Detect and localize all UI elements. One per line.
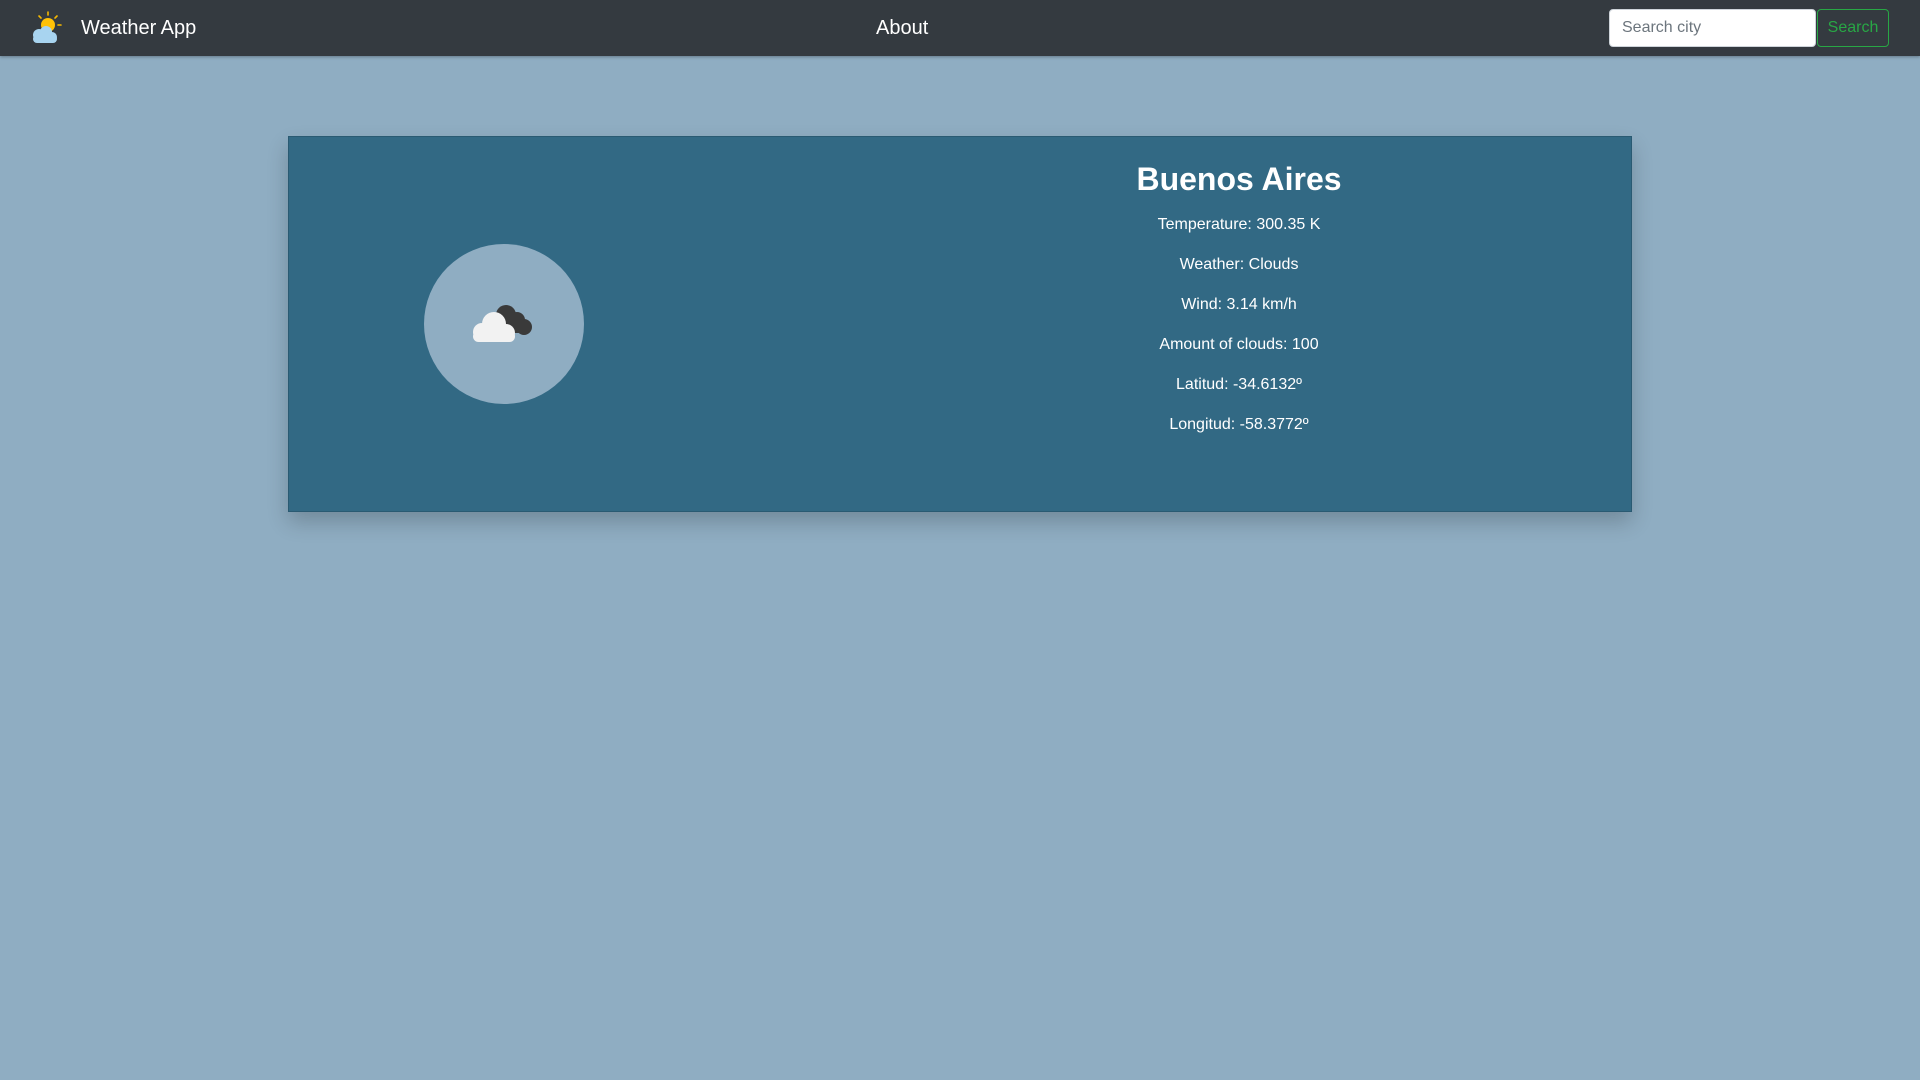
clouds-amount-text: Amount of clouds: 100	[1159, 336, 1319, 353]
navbar: Weather App About Search	[0, 0, 1920, 56]
latitude-text: Latitud: -34.6132º	[1176, 376, 1302, 393]
brand-link[interactable]: Weather App	[28, 8, 196, 48]
city-name: Buenos Aires	[1136, 161, 1342, 197]
nav-about-link[interactable]: About	[876, 14, 928, 42]
sun-behind-cloud-icon	[28, 10, 64, 46]
search-button[interactable]: Search	[1817, 9, 1889, 47]
weather-card: Buenos Aires Temperature: 300.35 K Weath…	[288, 136, 1632, 512]
clouds-icon	[464, 297, 544, 352]
search-form: Search	[1609, 9, 1889, 47]
wind-text: Wind: 3.14 km/h	[1181, 296, 1297, 313]
weather-info: Buenos Aires Temperature: 300.35 K Weath…	[989, 137, 1489, 453]
weather-text: Weather: Clouds	[1179, 256, 1299, 273]
search-city-input[interactable]	[1609, 9, 1816, 47]
weather-icon-circle	[424, 244, 584, 404]
temperature-text: Temperature: 300.35 K	[1157, 216, 1321, 233]
brand-title: Weather App	[81, 17, 197, 39]
longitude-text: Longitud: -58.3772º	[1169, 416, 1309, 433]
